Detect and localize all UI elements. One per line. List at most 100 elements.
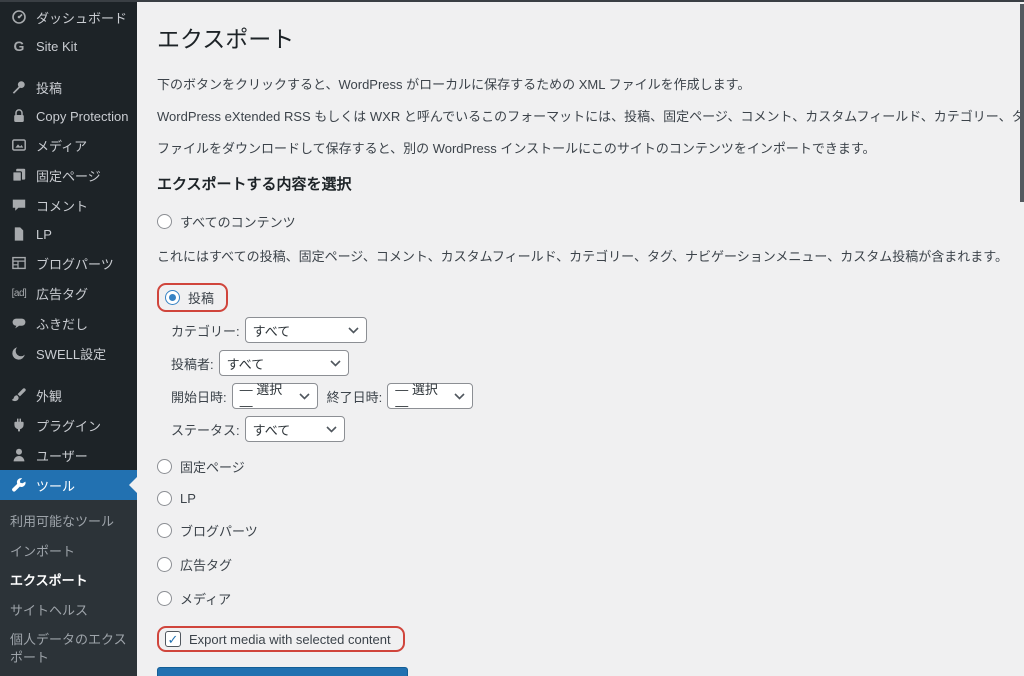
- post-export-filters: カテゴリー: すべて 投稿者: すべて 開始日時: — 選択 —: [171, 317, 1004, 442]
- brush-icon: [9, 387, 29, 403]
- radio-label: ブログパーツ: [180, 521, 258, 540]
- chevron-down-icon: [454, 393, 465, 400]
- checkbox-label: Export media with selected content: [189, 632, 391, 647]
- sidebar-item-dashboard[interactable]: ダッシュボード: [0, 2, 137, 32]
- sidebar-item-label: LP: [36, 227, 52, 242]
- chevron-down-icon: [299, 393, 310, 400]
- radio-label: 固定ページ: [180, 457, 245, 476]
- filter-row-status: ステータス: すべて: [171, 416, 1004, 442]
- end-date-filter-label: 終了日時:: [327, 387, 383, 406]
- speech-bubble-icon: [9, 315, 29, 331]
- sidebar-item-label: ユーザー: [36, 446, 88, 465]
- sidebar-item-posts[interactable]: 投稿: [0, 72, 137, 102]
- intro-paragraph: ファイルをダウンロードして保存すると、別の WordPress インストールにこ…: [157, 138, 1004, 157]
- sidebar-item-appearance[interactable]: 外観: [0, 380, 137, 410]
- sidebar-item-plugins[interactable]: プラグイン: [0, 410, 137, 440]
- lock-icon: [9, 108, 29, 124]
- sidebar-item-label: Site Kit: [36, 39, 77, 54]
- download-export-file-button[interactable]: エクスポートファイルをダウンロード: [157, 667, 408, 676]
- filter-row-dates: 開始日時: — 選択 — 終了日時: — 選択 —: [171, 383, 1004, 409]
- select-value: すべて: [227, 354, 265, 373]
- start-date-select[interactable]: — 選択 —: [232, 383, 318, 409]
- ad-tag-icon: [ad]: [9, 288, 29, 299]
- swell-icon: [9, 345, 29, 361]
- sidebar-item-label: 外観: [36, 386, 62, 405]
- author-select[interactable]: すべて: [219, 350, 349, 376]
- sidebar-item-users[interactable]: ユーザー: [0, 440, 137, 470]
- sidebar-item-label: コメント: [36, 196, 88, 215]
- admin-sidebar: ダッシュボード G Site Kit 投稿 Copy Protection メデ…: [0, 2, 137, 676]
- annotation-box-posts: 投稿: [157, 283, 228, 312]
- sidebar-item-label: ツール: [36, 476, 75, 495]
- radio-option-ad-tags[interactable]: 広告タグ: [157, 555, 1004, 574]
- page-icon: [9, 226, 29, 242]
- radio-circle-checked[interactable]: [165, 290, 180, 305]
- sidebar-item-label: 固定ページ: [36, 166, 101, 185]
- export-media-checkbox-row[interactable]: ✓ Export media with selected content: [165, 631, 391, 647]
- sidebar-item-site-kit[interactable]: G Site Kit: [0, 32, 137, 60]
- pushpin-icon: [9, 79, 29, 95]
- end-date-select[interactable]: — 選択 —: [387, 383, 473, 409]
- sidebar-item-ad-tags[interactable]: [ad] 広告タグ: [0, 278, 137, 308]
- sidebar-item-swell-settings[interactable]: SWELL設定: [0, 338, 137, 368]
- sidebar-item-label: ブログパーツ: [36, 254, 114, 273]
- page-title: エクスポート: [157, 20, 1004, 54]
- radio-circle[interactable]: [157, 214, 172, 229]
- author-filter-label: 投稿者:: [171, 354, 214, 373]
- select-value: — 選択 —: [395, 379, 454, 413]
- chevron-down-icon: [330, 360, 341, 367]
- sidebar-item-tools[interactable]: ツール: [0, 470, 137, 500]
- category-select[interactable]: すべて: [245, 317, 367, 343]
- filter-row-author: 投稿者: すべて: [171, 350, 1004, 376]
- intro-paragraph: WordPress eXtended RSS もしくは WXR と呼んでいるこの…: [157, 106, 1004, 125]
- wordpress-admin-screen: ダッシュボード G Site Kit 投稿 Copy Protection メデ…: [0, 0, 1024, 676]
- status-select[interactable]: すべて: [245, 416, 345, 442]
- radio-option-fixed-pages[interactable]: 固定ページ: [157, 457, 1004, 476]
- radio-option-media[interactable]: メディア: [157, 589, 1004, 608]
- export-page: エクスポート 下のボタンをクリックすると、WordPress がローカルに保存す…: [137, 2, 1024, 676]
- sidebar-item-media[interactable]: メディア: [0, 130, 137, 160]
- scrollbar-thumb[interactable]: [1020, 4, 1024, 202]
- tools-submenu: 利用可能なツール インポート エクスポート サイトヘルス 個人データのエクスポー…: [0, 500, 137, 676]
- dashboard-icon: [9, 9, 29, 25]
- radio-circle[interactable]: [157, 491, 172, 506]
- sidebar-item-fukidashi[interactable]: ふきだし: [0, 308, 137, 338]
- category-filter-label: カテゴリー:: [171, 321, 240, 340]
- sidebar-item-copy-protection[interactable]: Copy Protection: [0, 102, 137, 130]
- pages-icon: [9, 167, 29, 183]
- submenu-item-personal-data-export[interactable]: 個人データのエクスポート: [10, 625, 131, 672]
- radio-option-all-content[interactable]: すべてのコンテンツ: [157, 212, 1004, 231]
- radio-option-blog-parts[interactable]: ブログパーツ: [157, 521, 1004, 540]
- submenu-item-import[interactable]: インポート: [10, 537, 131, 567]
- sidebar-item-label: 投稿: [36, 78, 62, 97]
- comment-icon: [9, 197, 29, 213]
- export-media-checkbox[interactable]: ✓: [165, 631, 181, 647]
- radio-option-lp[interactable]: LP: [157, 491, 1004, 506]
- sidebar-item-label: ダッシュボード: [36, 8, 127, 27]
- sidebar-item-label: プラグイン: [36, 416, 101, 435]
- start-date-filter-label: 開始日時:: [171, 387, 227, 406]
- submenu-item-personal-data-erase[interactable]: 個人データの消去: [10, 672, 131, 676]
- submenu-item-site-health[interactable]: サイトヘルス: [10, 596, 131, 626]
- sidebar-item-comments[interactable]: コメント: [0, 190, 137, 220]
- status-filter-label: ステータス:: [171, 420, 240, 439]
- active-menu-arrow: [129, 477, 137, 493]
- radio-circle[interactable]: [157, 459, 172, 474]
- chevron-down-icon: [348, 327, 359, 334]
- select-value: — 選択 —: [240, 379, 299, 413]
- radio-option-posts[interactable]: 投稿: [165, 288, 214, 307]
- media-icon: [9, 137, 29, 153]
- radio-circle[interactable]: [157, 557, 172, 572]
- radio-circle[interactable]: [157, 591, 172, 606]
- select-value: すべて: [253, 420, 291, 439]
- sidebar-item-lp[interactable]: LP: [0, 220, 137, 248]
- grid-icon: [9, 255, 29, 271]
- sidebar-item-label: Copy Protection: [36, 109, 129, 124]
- submenu-item-available-tools[interactable]: 利用可能なツール: [10, 507, 131, 537]
- radio-circle[interactable]: [157, 523, 172, 538]
- sidebar-item-label: メディア: [36, 136, 87, 155]
- sidebar-item-blog-parts[interactable]: ブログパーツ: [0, 248, 137, 278]
- section-heading: エクスポートする内容を選択: [157, 173, 1004, 194]
- sidebar-item-pages[interactable]: 固定ページ: [0, 160, 137, 190]
- submenu-item-export[interactable]: エクスポート: [10, 566, 131, 596]
